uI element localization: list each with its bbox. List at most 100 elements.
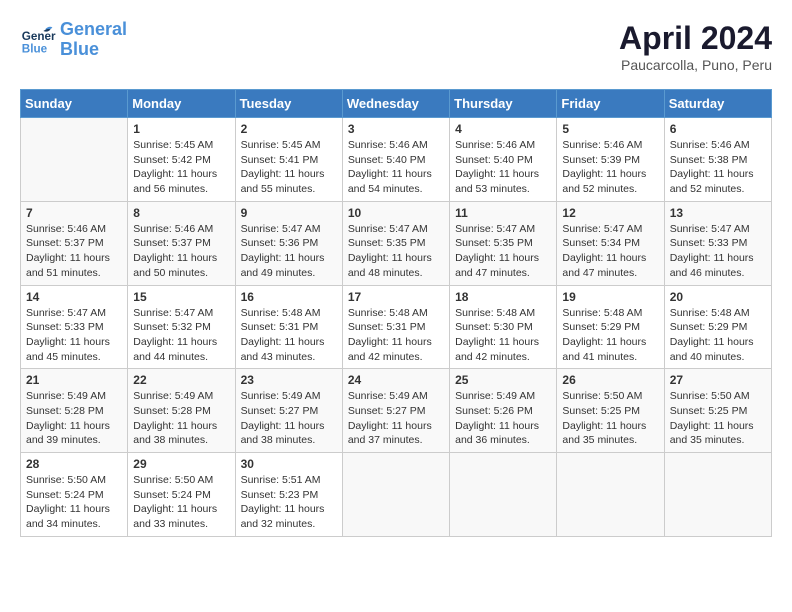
daylight-label: Daylight: 11 hours and 47 minutes. <box>455 252 539 279</box>
sunrise-label: Sunrise: 5:49 AM <box>26 390 106 402</box>
day-number: 13 <box>670 206 766 220</box>
weekday-header: Friday <box>557 90 664 118</box>
day-info: Sunrise: 5:50 AM Sunset: 5:25 PM Dayligh… <box>670 389 766 448</box>
day-number: 24 <box>348 373 444 387</box>
svg-text:Blue: Blue <box>22 42 48 55</box>
daylight-label: Daylight: 11 hours and 55 minutes. <box>241 168 325 195</box>
daylight-label: Daylight: 11 hours and 43 minutes. <box>241 336 325 363</box>
day-info: Sunrise: 5:47 AM Sunset: 5:32 PM Dayligh… <box>133 306 229 365</box>
calendar-week-row: 28 Sunrise: 5:50 AM Sunset: 5:24 PM Dayl… <box>21 453 772 537</box>
daylight-label: Daylight: 11 hours and 52 minutes. <box>562 168 646 195</box>
sunset-label: Sunset: 5:28 PM <box>133 405 211 417</box>
month-title: April 2024 <box>619 20 772 57</box>
day-number: 3 <box>348 122 444 136</box>
daylight-label: Daylight: 11 hours and 47 minutes. <box>562 252 646 279</box>
location: Paucarcolla, Puno, Peru <box>619 57 772 73</box>
day-number: 19 <box>562 290 658 304</box>
daylight-label: Daylight: 11 hours and 41 minutes. <box>562 336 646 363</box>
calendar-header-row: SundayMondayTuesdayWednesdayThursdayFrid… <box>21 90 772 118</box>
sunset-label: Sunset: 5:32 PM <box>133 321 211 333</box>
sunrise-label: Sunrise: 5:48 AM <box>670 307 750 319</box>
day-info: Sunrise: 5:49 AM Sunset: 5:27 PM Dayligh… <box>241 389 337 448</box>
sunrise-label: Sunrise: 5:46 AM <box>670 139 750 151</box>
day-number: 22 <box>133 373 229 387</box>
day-info: Sunrise: 5:47 AM Sunset: 5:34 PM Dayligh… <box>562 222 658 281</box>
calendar-cell: 24 Sunrise: 5:49 AM Sunset: 5:27 PM Dayl… <box>342 369 449 453</box>
day-info: Sunrise: 5:47 AM Sunset: 5:36 PM Dayligh… <box>241 222 337 281</box>
sunset-label: Sunset: 5:36 PM <box>241 237 319 249</box>
calendar-cell: 4 Sunrise: 5:46 AM Sunset: 5:40 PM Dayli… <box>450 118 557 202</box>
daylight-label: Daylight: 11 hours and 40 minutes. <box>670 336 754 363</box>
day-number: 21 <box>26 373 122 387</box>
sunrise-label: Sunrise: 5:51 AM <box>241 474 321 486</box>
day-number: 10 <box>348 206 444 220</box>
daylight-label: Daylight: 11 hours and 46 minutes. <box>670 252 754 279</box>
sunrise-label: Sunrise: 5:47 AM <box>241 223 321 235</box>
calendar-cell: 6 Sunrise: 5:46 AM Sunset: 5:38 PM Dayli… <box>664 118 771 202</box>
sunrise-label: Sunrise: 5:46 AM <box>133 223 213 235</box>
day-info: Sunrise: 5:47 AM Sunset: 5:33 PM Dayligh… <box>26 306 122 365</box>
sunrise-label: Sunrise: 5:45 AM <box>241 139 321 151</box>
logo: General Blue GeneralBlue <box>20 20 127 60</box>
daylight-label: Daylight: 11 hours and 39 minutes. <box>26 420 110 447</box>
sunrise-label: Sunrise: 5:47 AM <box>455 223 535 235</box>
daylight-label: Daylight: 11 hours and 52 minutes. <box>670 168 754 195</box>
sunrise-label: Sunrise: 5:47 AM <box>670 223 750 235</box>
day-info: Sunrise: 5:46 AM Sunset: 5:40 PM Dayligh… <box>455 138 551 197</box>
day-info: Sunrise: 5:49 AM Sunset: 5:28 PM Dayligh… <box>133 389 229 448</box>
day-number: 8 <box>133 206 229 220</box>
day-number: 14 <box>26 290 122 304</box>
day-info: Sunrise: 5:48 AM Sunset: 5:29 PM Dayligh… <box>562 306 658 365</box>
day-number: 20 <box>670 290 766 304</box>
sunset-label: Sunset: 5:35 PM <box>348 237 426 249</box>
day-number: 26 <box>562 373 658 387</box>
weekday-header: Wednesday <box>342 90 449 118</box>
calendar-cell: 20 Sunrise: 5:48 AM Sunset: 5:29 PM Dayl… <box>664 285 771 369</box>
day-number: 4 <box>455 122 551 136</box>
daylight-label: Daylight: 11 hours and 35 minutes. <box>562 420 646 447</box>
title-block: April 2024 Paucarcolla, Puno, Peru <box>619 20 772 73</box>
day-info: Sunrise: 5:46 AM Sunset: 5:38 PM Dayligh… <box>670 138 766 197</box>
daylight-label: Daylight: 11 hours and 35 minutes. <box>670 420 754 447</box>
calendar-table: SundayMondayTuesdayWednesdayThursdayFrid… <box>20 89 772 537</box>
day-info: Sunrise: 5:48 AM Sunset: 5:31 PM Dayligh… <box>241 306 337 365</box>
day-number: 5 <box>562 122 658 136</box>
calendar-cell: 7 Sunrise: 5:46 AM Sunset: 5:37 PM Dayli… <box>21 201 128 285</box>
sunset-label: Sunset: 5:27 PM <box>348 405 426 417</box>
daylight-label: Daylight: 11 hours and 54 minutes. <box>348 168 432 195</box>
sunset-label: Sunset: 5:35 PM <box>455 237 533 249</box>
day-number: 6 <box>670 122 766 136</box>
calendar-cell: 12 Sunrise: 5:47 AM Sunset: 5:34 PM Dayl… <box>557 201 664 285</box>
day-number: 23 <box>241 373 337 387</box>
day-number: 9 <box>241 206 337 220</box>
calendar-cell: 25 Sunrise: 5:49 AM Sunset: 5:26 PM Dayl… <box>450 369 557 453</box>
sunrise-label: Sunrise: 5:47 AM <box>133 307 213 319</box>
sunset-label: Sunset: 5:29 PM <box>670 321 748 333</box>
daylight-label: Daylight: 11 hours and 42 minutes. <box>348 336 432 363</box>
page-header: General Blue GeneralBlue April 2024 Pauc… <box>20 20 772 73</box>
sunset-label: Sunset: 5:40 PM <box>348 154 426 166</box>
sunset-label: Sunset: 5:37 PM <box>26 237 104 249</box>
sunrise-label: Sunrise: 5:49 AM <box>348 390 428 402</box>
calendar-cell: 19 Sunrise: 5:48 AM Sunset: 5:29 PM Dayl… <box>557 285 664 369</box>
calendar-cell: 14 Sunrise: 5:47 AM Sunset: 5:33 PM Dayl… <box>21 285 128 369</box>
daylight-label: Daylight: 11 hours and 34 minutes. <box>26 503 110 530</box>
day-number: 11 <box>455 206 551 220</box>
calendar-week-row: 14 Sunrise: 5:47 AM Sunset: 5:33 PM Dayl… <box>21 285 772 369</box>
calendar-cell: 26 Sunrise: 5:50 AM Sunset: 5:25 PM Dayl… <box>557 369 664 453</box>
weekday-header: Thursday <box>450 90 557 118</box>
sunrise-label: Sunrise: 5:50 AM <box>562 390 642 402</box>
daylight-label: Daylight: 11 hours and 42 minutes. <box>455 336 539 363</box>
day-info: Sunrise: 5:45 AM Sunset: 5:42 PM Dayligh… <box>133 138 229 197</box>
calendar-cell: 27 Sunrise: 5:50 AM Sunset: 5:25 PM Dayl… <box>664 369 771 453</box>
day-info: Sunrise: 5:46 AM Sunset: 5:40 PM Dayligh… <box>348 138 444 197</box>
sunset-label: Sunset: 5:30 PM <box>455 321 533 333</box>
day-info: Sunrise: 5:47 AM Sunset: 5:35 PM Dayligh… <box>348 222 444 281</box>
day-info: Sunrise: 5:49 AM Sunset: 5:27 PM Dayligh… <box>348 389 444 448</box>
day-number: 27 <box>670 373 766 387</box>
sunset-label: Sunset: 5:39 PM <box>562 154 640 166</box>
calendar-cell <box>557 453 664 537</box>
sunrise-label: Sunrise: 5:47 AM <box>562 223 642 235</box>
logo-text: GeneralBlue <box>60 20 127 60</box>
day-number: 28 <box>26 457 122 471</box>
